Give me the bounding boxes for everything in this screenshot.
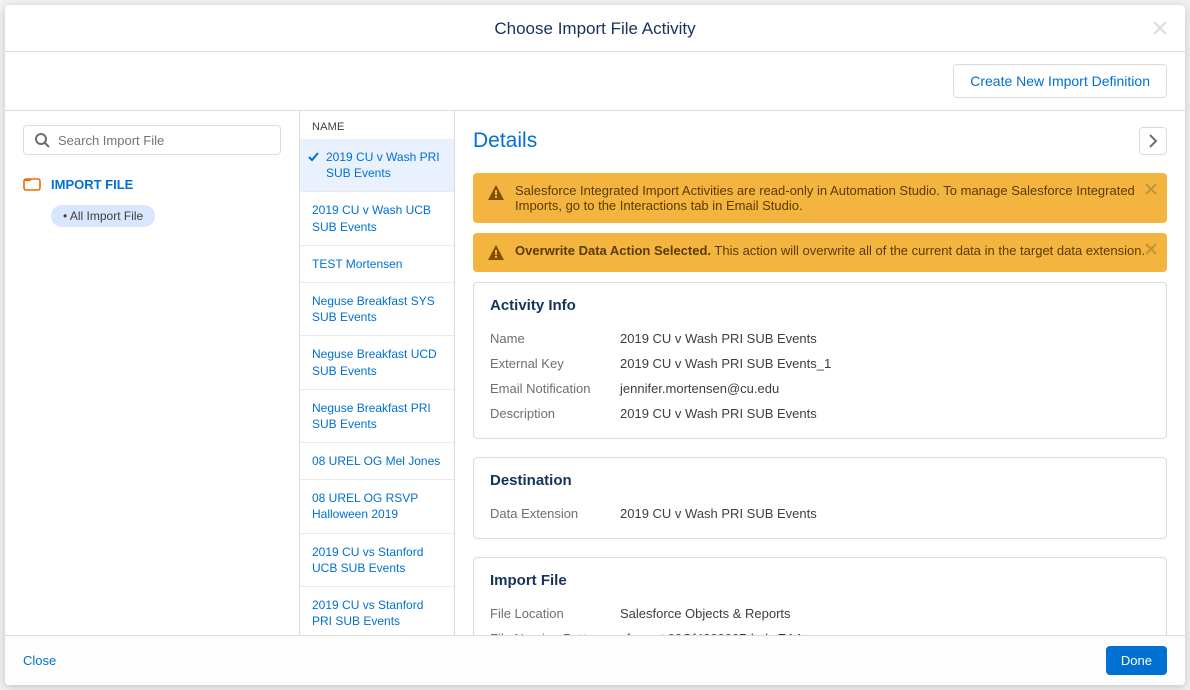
details-column: Details Salesforce Integrated Import Act… (455, 111, 1185, 635)
panel-destination-title: Destination (490, 472, 1150, 489)
field-value: 2019 CU v Wash PRI SUB Events (620, 406, 817, 421)
list-item-label: 08 UREL OG RSVP Halloween 2019 (312, 491, 418, 521)
list-item[interactable]: Neguse Breakfast UCD SUB Events (300, 336, 454, 389)
field-label: Email Notification (490, 381, 620, 396)
field-row: Data Extension2019 CU v Wash PRI SUB Eve… (490, 501, 1150, 526)
field-value: 2019 CU v Wash PRI SUB Events (620, 506, 817, 521)
field-label: External Key (490, 356, 620, 371)
list-item[interactable]: Neguse Breakfast SYS SUB Events (300, 283, 454, 336)
field-row: File LocationSalesforce Objects & Report… (490, 601, 1150, 626)
list-item-label: 2019 CU vs Stanford UCB SUB Events (312, 545, 423, 575)
name-column: NAME 2019 CU v Wash PRI SUB Events2019 C… (300, 111, 455, 635)
field-row: Description2019 CU v Wash PRI SUB Events (490, 401, 1150, 426)
search-icon (34, 132, 50, 148)
name-column-header: NAME (300, 111, 454, 139)
field-value: 2019 CU v Wash PRI SUB Events_1 (620, 356, 831, 371)
list-item[interactable]: 2019 CU vs Stanford UCB SUB Events (300, 534, 454, 587)
modal-body: IMPORT FILE All Import File NAME 2019 CU… (5, 111, 1185, 635)
folder-root-label: IMPORT FILE (51, 177, 133, 192)
field-row: Email Notificationjennifer.mortensen@cu.… (490, 376, 1150, 401)
panel-import-title: Import File (490, 572, 1150, 589)
details-heading: Details (473, 129, 537, 153)
list-item[interactable]: 2019 CU v Wash UCB SUB Events (300, 192, 454, 245)
list-item[interactable]: 2019 CU v Wash PRI SUB Events (300, 139, 454, 192)
alert-banner: Salesforce Integrated Import Activities … (473, 173, 1167, 223)
list-item-label: TEST Mortensen (312, 257, 402, 271)
list-item[interactable]: 08 UREL OG RSVP Halloween 2019 (300, 480, 454, 533)
list-item[interactable]: Neguse Breakfast PRI SUB Events (300, 390, 454, 443)
list-item-label: Neguse Breakfast UCD SUB Events (312, 347, 437, 377)
field-value: Salesforce Objects & Reports (620, 606, 791, 621)
list-item-label: 08 UREL OG Mel Jones (312, 454, 440, 468)
alert-dismiss-icon[interactable] (1145, 243, 1157, 257)
check-icon (308, 151, 319, 162)
panel-activity-title: Activity Info (490, 297, 1150, 314)
list-item-label: Neguse Breakfast SYS SUB Events (312, 294, 435, 324)
close-button[interactable]: Close (23, 653, 56, 668)
field-row: File Naming Patternsfreport 00Of4000007d… (490, 626, 1150, 635)
alert-text: Salesforce Integrated Import Activities … (515, 183, 1153, 213)
alert-dismiss-icon[interactable] (1145, 183, 1157, 197)
alert-text: Overwrite Data Action Selected. This act… (515, 243, 1145, 258)
list-item-label: 2019 CU v Wash PRI SUB Events (326, 149, 444, 181)
panel-import-file: Import File File LocationSalesforce Obje… (473, 557, 1167, 635)
modal-title: Choose Import File Activity (494, 19, 695, 38)
folder-icon (23, 175, 41, 193)
field-row: External Key2019 CU v Wash PRI SUB Event… (490, 351, 1150, 376)
field-value: jennifer.mortensen@cu.edu (620, 381, 779, 396)
list-item-label: Neguse Breakfast PRI SUB Events (312, 401, 431, 431)
alert-banner: Overwrite Data Action Selected. This act… (473, 233, 1167, 272)
modal-footer: Close Done (5, 635, 1185, 685)
field-label: File Location (490, 606, 620, 621)
search-input[interactable] (58, 133, 270, 148)
list-item-label: 2019 CU vs Stanford PRI SUB Events (312, 598, 423, 628)
modal-header: Choose Import File Activity (5, 5, 1185, 52)
field-label: Description (490, 406, 620, 421)
list-item[interactable]: TEST Mortensen (300, 246, 454, 283)
toolbar: Create New Import Definition (5, 52, 1185, 111)
next-button[interactable] (1139, 127, 1167, 155)
name-list[interactable]: 2019 CU v Wash PRI SUB Events 2019 CU v W… (300, 139, 454, 635)
list-item[interactable]: 2019 CU vs Stanford PRI SUB Events (300, 587, 454, 635)
field-value: 2019 CU v Wash PRI SUB Events (620, 331, 817, 346)
folder-root[interactable]: IMPORT FILE (23, 175, 281, 193)
close-icon[interactable] (1153, 19, 1167, 39)
panel-destination: Destination Data Extension2019 CU v Wash… (473, 457, 1167, 539)
list-item[interactable]: 08 UREL OG Mel Jones (300, 443, 454, 480)
field-row: Name2019 CU v Wash PRI SUB Events (490, 326, 1150, 351)
panel-activity-info: Activity Info Name2019 CU v Wash PRI SUB… (473, 282, 1167, 439)
warning-icon (487, 184, 505, 202)
warning-icon (487, 244, 505, 262)
folder-pill-all[interactable]: All Import File (51, 205, 155, 227)
create-new-import-button[interactable]: Create New Import Definition (953, 64, 1167, 98)
field-label: Data Extension (490, 506, 620, 521)
modal-choose-import-file: Choose Import File Activity Create New I… (5, 5, 1185, 685)
chevron-right-icon (1148, 134, 1158, 148)
search-input-wrap[interactable] (23, 125, 281, 155)
sidebar: IMPORT FILE All Import File (5, 111, 300, 635)
done-button[interactable]: Done (1106, 646, 1167, 675)
field-label: Name (490, 331, 620, 346)
list-item-label: 2019 CU v Wash UCB SUB Events (312, 203, 431, 233)
